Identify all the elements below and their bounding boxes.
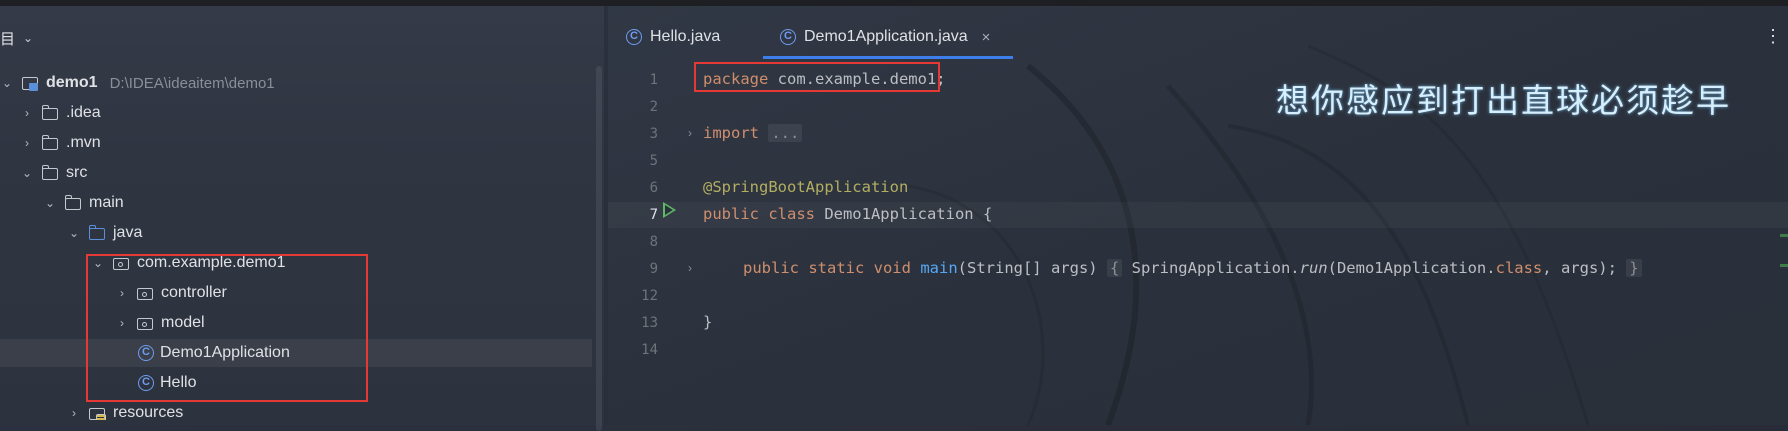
chevron-right-icon[interactable]: › [67, 406, 81, 420]
tab-hello-java[interactable]: C Hello.java [626, 20, 720, 54]
folder-icon [42, 165, 60, 181]
run-icon[interactable] [663, 202, 676, 218]
chevron-down-icon[interactable]: ⌄ [0, 76, 14, 90]
highlight-box [694, 62, 940, 92]
code-line[interactable]: public class Demo1Application { [703, 205, 992, 225]
tree-item-label: resources [113, 404, 184, 421]
chevron-down-icon[interactable]: ⌄ [67, 226, 81, 240]
code-static-call: run [1299, 259, 1328, 277]
folded-brace[interactable]: { [1106, 259, 1123, 277]
chevron-down-icon[interactable]: ⌄ [20, 166, 34, 180]
code-text: Demo1Application { [814, 205, 993, 223]
code-keyword: class [1495, 259, 1543, 277]
code-keyword: public class [703, 205, 815, 223]
code-line[interactable]: public static void main(String[] args) {… [743, 259, 1642, 279]
resources-folder-icon [89, 405, 107, 421]
tree-item-java[interactable]: ⌄ java [0, 219, 592, 247]
project-view-selector[interactable]: 项目 ⌄ [0, 26, 33, 50]
code-line[interactable]: @SpringBootApplication [703, 178, 908, 198]
code-text: } [703, 313, 713, 331]
module-icon [22, 75, 40, 91]
scrollbar[interactable] [596, 66, 602, 431]
close-icon[interactable]: × [982, 29, 991, 46]
line-number: 5 [649, 153, 658, 169]
highlight-box [86, 254, 368, 402]
code-line[interactable]: import ... [703, 124, 803, 144]
project-header-label: 项目 [0, 30, 16, 48]
fold-chevron-icon[interactable]: › [688, 261, 692, 275]
line-number: 7 [649, 207, 658, 223]
line-number: 2 [649, 99, 658, 115]
tree-item-label: java [113, 224, 143, 241]
chevron-down-icon[interactable]: ⌄ [43, 196, 57, 210]
tab-label: Hello.java [650, 28, 721, 45]
line-number: 6 [649, 180, 658, 196]
line-number: 9 [649, 261, 658, 277]
line-number: 3 [649, 126, 658, 142]
code-text: SpringApplication. [1122, 259, 1300, 277]
tree-item-label: .mvn [66, 134, 101, 151]
line-number: 13 [641, 315, 658, 331]
code-text: (Demo1Application. [1327, 259, 1496, 277]
overlay-caption: 想你感应到打出直球必须趁早 [1276, 81, 1731, 120]
chevron-right-icon[interactable]: › [20, 136, 34, 150]
line-number: 8 [649, 234, 658, 250]
code-keyword: import [703, 124, 759, 142]
code-text: , args); [1542, 259, 1627, 277]
project-tool-window: 项目 ⌄ ⌄ demo1 D:\IDEA\ideaitem\demo1 › .i… [0, 6, 604, 431]
line-number: 14 [641, 342, 658, 358]
line-number: 12 [641, 288, 658, 304]
folder-icon [42, 105, 60, 121]
code-editor: C Hello.java C Demo1Application.java × ⋮… [608, 6, 1788, 425]
chevron-down-icon: ⌄ [23, 31, 34, 45]
tree-item-label: .idea [66, 104, 101, 121]
tree-item-label: demo1 [46, 74, 98, 91]
code-function: main [920, 259, 958, 277]
active-tab-indicator [763, 56, 1013, 59]
folder-icon [42, 135, 60, 151]
folded-brace[interactable]: } [1626, 259, 1642, 277]
tree-item-demo1[interactable]: ⌄ demo1 D:\IDEA\ideaitem\demo1 [0, 69, 592, 97]
fold-chevron-icon[interactable]: › [688, 126, 692, 140]
tree-item-main[interactable]: ⌄ main [0, 189, 592, 217]
folder-icon [65, 195, 83, 211]
spring-class-icon: C [780, 29, 796, 45]
tab-label: Demo1Application.java [804, 28, 968, 45]
code-keyword: public static void [743, 259, 911, 277]
code-annotation: @SpringBootApplication [703, 178, 909, 196]
scrollbar-marker [1780, 234, 1788, 237]
chevron-right-icon[interactable]: › [20, 106, 34, 120]
editor-tab-bar: C Hello.java C Demo1Application.java × ⋮ [608, 6, 1788, 59]
scrollbar-marker [1780, 264, 1788, 267]
tab-demo1application-java[interactable]: C Demo1Application.java × [780, 20, 990, 54]
code-line[interactable]: } [703, 313, 712, 333]
tree-item-src[interactable]: ⌄ src [0, 159, 592, 187]
more-options-icon[interactable]: ⋮ [1764, 26, 1782, 47]
tree-item-idea[interactable]: › .idea [0, 99, 592, 127]
tree-item-resources[interactable]: › resources [0, 399, 592, 427]
tree-item-mvn[interactable]: › .mvn [0, 129, 592, 157]
tree-item-label: main [89, 194, 124, 211]
folded-region[interactable]: ... [768, 124, 803, 142]
tree-item-label: src [66, 164, 88, 181]
line-number: 1 [649, 72, 658, 88]
source-folder-icon [89, 225, 107, 241]
code-text: (String[] args) [957, 259, 1107, 277]
project-path: D:\IDEA\ideaitem\demo1 [109, 74, 275, 92]
class-icon: C [626, 29, 642, 45]
